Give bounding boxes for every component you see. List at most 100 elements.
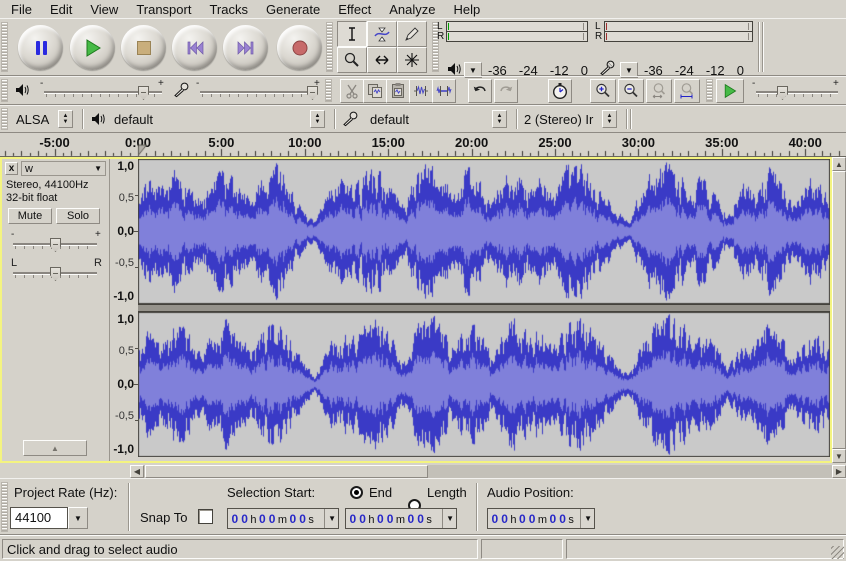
input-channels-spinner[interactable]: ▲▼ [602, 110, 617, 128]
pause-button[interactable] [18, 25, 63, 70]
redo-button[interactable] [494, 79, 518, 103]
vertical-ruler-channel-1[interactable]: 1,00,50,0-0,5-1,0 [110, 159, 138, 304]
stop-icon [134, 38, 154, 58]
play-button[interactable] [70, 25, 115, 70]
project-rate-combo[interactable]: 44100 ▼ [10, 507, 90, 529]
track-collapse-button[interactable]: ▲ [23, 440, 87, 456]
draw-tool-button[interactable] [397, 21, 427, 47]
selection-start-value[interactable]: 00h00m00s [230, 511, 315, 526]
zoom-out-button[interactable] [618, 79, 644, 103]
recording-meter[interactable] [604, 21, 753, 42]
trim-button[interactable] [409, 79, 433, 103]
envelope-tool-button[interactable] [367, 21, 397, 47]
input-channels-select[interactable]: 2 (Stereo) Ir [524, 112, 593, 127]
project-rate-value[interactable]: 44100 [10, 507, 68, 529]
play-at-speed-icon [722, 83, 738, 99]
mute-button[interactable]: Mute [8, 208, 52, 224]
silence-icon [435, 82, 453, 100]
fit-project-button[interactable] [674, 79, 700, 103]
zoom-tool-button[interactable] [337, 47, 367, 73]
transport-toolbar-grip[interactable] [1, 22, 8, 72]
menu-effect[interactable]: Effect [329, 1, 380, 18]
dropdown-arrow-icon[interactable]: ▼ [580, 509, 592, 528]
timer-record-button[interactable] [548, 79, 572, 103]
input-device-spinner[interactable]: ▲▼ [492, 110, 507, 128]
stop-button[interactable] [121, 25, 166, 70]
playback-meter[interactable] [446, 21, 588, 42]
copy-button[interactable] [363, 79, 387, 103]
horizontal-scrollbar[interactable]: ◀ ▶ [130, 465, 846, 478]
menu-analyze[interactable]: Analyze [380, 1, 444, 18]
audio-position-value[interactable]: 00h00m00s [490, 511, 575, 526]
host-select[interactable]: ALSA [16, 112, 49, 127]
selection-end-field[interactable]: 00h00m00s ▼ [345, 508, 457, 529]
asterisk-icon [403, 51, 421, 69]
dropdown-arrow-icon[interactable]: ▼ [324, 509, 336, 528]
device-toolbar-grip[interactable] [1, 108, 8, 130]
host-select-spinner[interactable]: ▲▼ [58, 110, 73, 128]
project-rate-dropdown-icon[interactable]: ▼ [68, 507, 88, 529]
scroll-right-button[interactable]: ▶ [832, 465, 846, 478]
transcription-toolbar-grip[interactable] [706, 79, 713, 102]
menu-tracks[interactable]: Tracks [200, 1, 257, 18]
pan-slider[interactable] [13, 266, 97, 282]
selection-toolbar-grip[interactable] [1, 482, 8, 532]
track-name-menu[interactable]: w ▼ [21, 161, 106, 176]
transport-toolbar-grip-right[interactable] [326, 22, 333, 72]
window-resize-grip[interactable] [831, 546, 844, 559]
scroll-up-button[interactable]: ▲ [832, 157, 846, 171]
input-volume-slider[interactable] [200, 85, 318, 101]
multi-tool-button[interactable] [397, 47, 427, 73]
output-volume-slider[interactable] [44, 85, 162, 101]
channel-divider[interactable] [138, 304, 830, 312]
record-button[interactable] [277, 25, 322, 70]
record-icon [290, 38, 310, 58]
audio-position-field[interactable]: 00h00m00s ▼ [487, 508, 595, 529]
menu-edit[interactable]: Edit [41, 1, 81, 18]
fit-selection-button[interactable] [646, 79, 672, 103]
pencil-icon [403, 25, 421, 43]
snap-to-checkbox[interactable] [198, 509, 213, 524]
output-device-select[interactable]: default [114, 112, 153, 127]
waveform-channel-2[interactable] [138, 312, 830, 457]
vertical-scroll-thumb[interactable] [832, 171, 846, 449]
skip-to-start-button[interactable] [172, 25, 217, 70]
status-panel-2 [481, 539, 563, 559]
timeshift-tool-button[interactable] [367, 47, 397, 73]
vertical-ruler-channel-2[interactable]: 1,00,50,0-0,5-1,0 [110, 312, 138, 457]
playback-speed-slider[interactable] [756, 85, 838, 101]
undo-button[interactable] [468, 79, 492, 103]
silence-button[interactable] [432, 79, 456, 103]
zoom-out-icon [622, 82, 640, 100]
end-radio[interactable] [350, 486, 363, 499]
scroll-left-button[interactable]: ◀ [130, 465, 144, 478]
waveform-channel-1[interactable] [138, 159, 830, 304]
zoom-in-button[interactable] [590, 79, 616, 103]
timeline-ruler[interactable]: -5:000:005:0010:0015:0020:0025:0030:0035… [0, 133, 846, 157]
dropdown-arrow-icon[interactable]: ▼ [442, 509, 454, 528]
speed-slider-minus: - [752, 78, 755, 89]
output-device-spinner[interactable]: ▲▼ [310, 110, 325, 128]
input-device-select[interactable]: default [370, 112, 409, 127]
selection-end-value[interactable]: 00h00m00s [348, 511, 433, 526]
menu-generate[interactable]: Generate [257, 1, 329, 18]
menu-help[interactable]: Help [444, 1, 489, 18]
paste-button[interactable] [386, 79, 410, 103]
edit-toolbar-grip[interactable] [325, 79, 332, 102]
menu-view[interactable]: View [81, 1, 127, 18]
solo-button[interactable]: Solo [56, 208, 100, 224]
skip-to-end-button[interactable] [223, 25, 268, 70]
scroll-down-button[interactable]: ▼ [832, 449, 846, 463]
menu-file[interactable]: File [2, 1, 41, 18]
mixer-toolbar-grip[interactable] [1, 79, 8, 102]
play-at-speed-button[interactable] [716, 79, 744, 103]
menu-transport[interactable]: Transport [127, 1, 200, 18]
horizontal-scroll-thumb[interactable] [145, 465, 428, 478]
playback-meter-bar-left [447, 22, 587, 31]
selection-start-field[interactable]: 00h00m00s ▼ [227, 508, 339, 529]
cut-button[interactable] [340, 79, 364, 103]
vertical-scrollbar[interactable]: ▲ ▼ [832, 157, 846, 463]
gain-slider[interactable] [13, 237, 97, 253]
track-close-button[interactable]: x [5, 162, 18, 175]
selection-tool-button[interactable] [337, 21, 367, 47]
